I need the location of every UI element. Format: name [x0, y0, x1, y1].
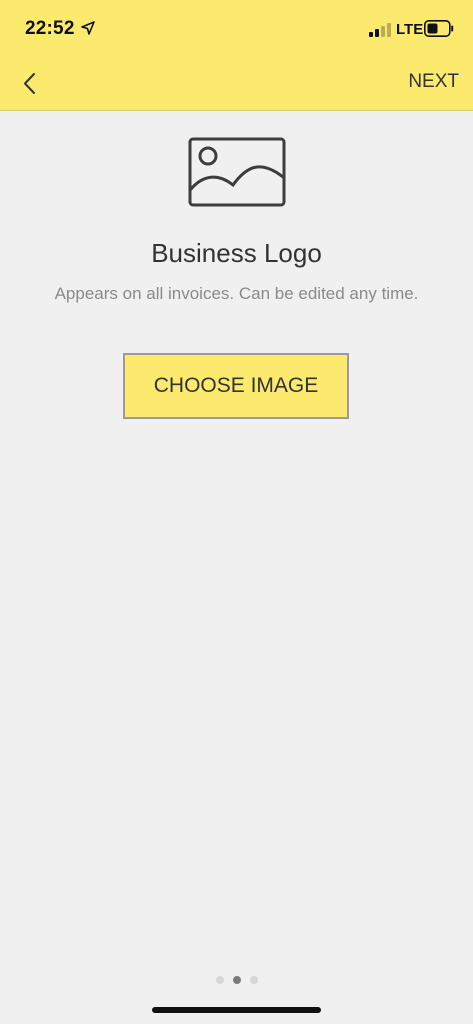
- onboarding-screen: 22:52 LTE NEXT Business Logo Appears on …: [0, 0, 473, 1024]
- network-type: LTE: [396, 21, 424, 38]
- back-button[interactable]: [14, 68, 46, 100]
- home-indicator[interactable]: [152, 1007, 321, 1013]
- location-arrow-icon: [81, 21, 95, 35]
- page-title: Business Logo: [151, 238, 322, 268]
- next-button[interactable]: NEXT: [408, 71, 459, 93]
- page-indicator: [0, 976, 473, 984]
- top-bar: 22:52 LTE NEXT: [0, 0, 473, 111]
- choose-image-button[interactable]: CHOOSE IMAGE: [123, 353, 349, 419]
- signal-bars-icon: [369, 23, 391, 37]
- image-placeholder-icon: [188, 137, 286, 207]
- status-time: 22:52: [25, 18, 75, 39]
- page-dot: [232, 976, 241, 984]
- page-subtitle: Appears on all invoices. Can be edited a…: [54, 284, 419, 303]
- battery-icon: [424, 20, 454, 37]
- page-dot: [249, 976, 258, 984]
- page-dot: [215, 976, 224, 984]
- chevron-left-icon: [24, 73, 35, 94]
